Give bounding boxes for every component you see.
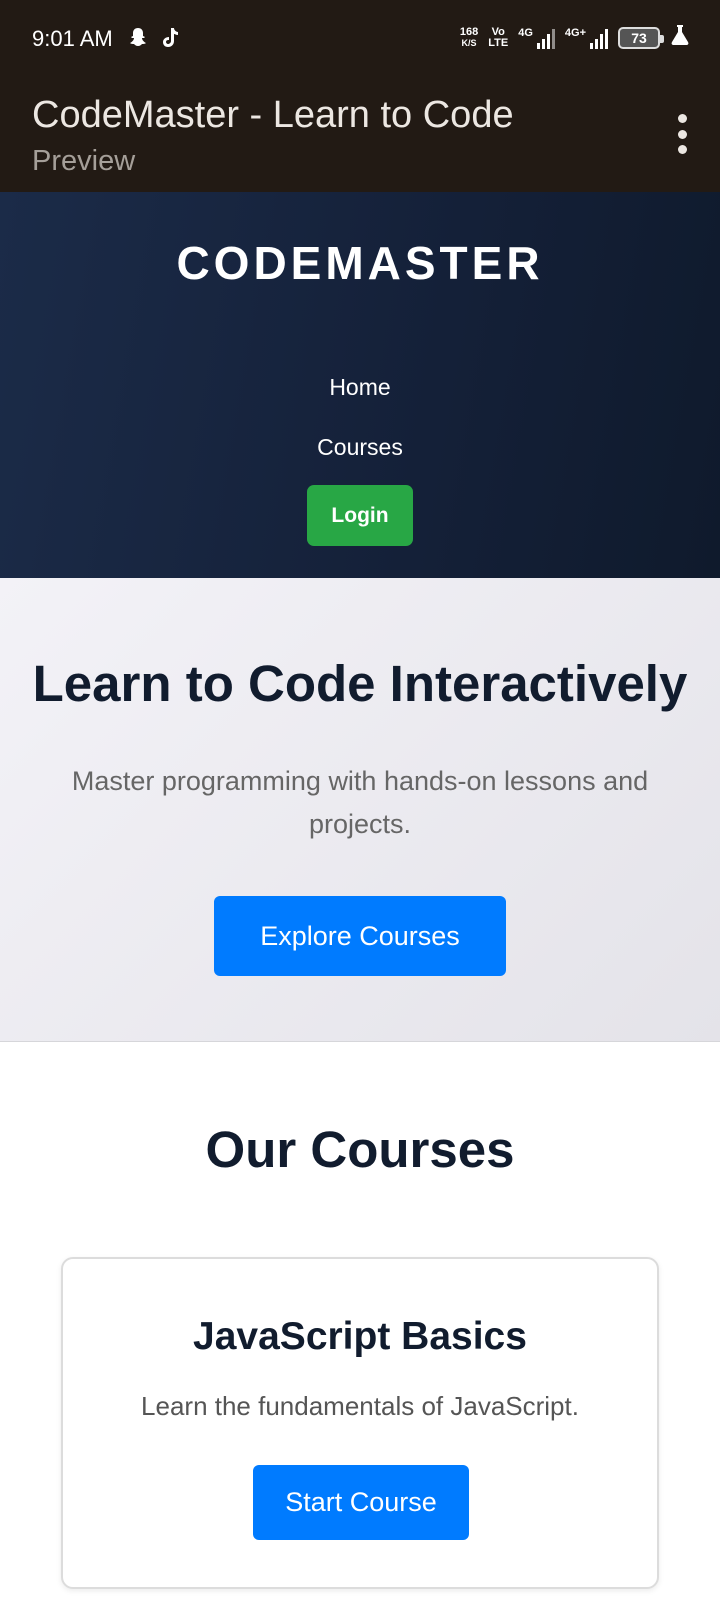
nav-home-link[interactable]: Home (0, 374, 720, 401)
net-speed: 168 K/S (460, 27, 478, 49)
course-name: JavaScript Basics (193, 1315, 527, 1358)
status-time: 9:01 AM (32, 26, 113, 51)
brand-logo: CODEMASTER (176, 237, 544, 289)
hero-text: Master programming with hands-on lessons… (71, 766, 649, 839)
net-speed-unit: K/S (461, 38, 477, 48)
hero-title: Learn to Code Interactively (32, 655, 688, 712)
course-card: JavaScript Basics Learn the fundamentals… (61, 1257, 659, 1589)
flask-icon (670, 24, 690, 52)
courses-title: Our Courses (205, 1121, 515, 1178)
more-vert-icon[interactable] (672, 114, 692, 154)
tiktok-icon (160, 26, 180, 53)
snapchat-icon (128, 26, 148, 53)
app-bar: CodeMaster - Learn to Code Preview (0, 80, 720, 192)
sim1-label: 4G (518, 27, 533, 39)
net-speed-value: 168 (459, 26, 479, 38)
status-bar: 9:01 AM 168 K/S Vo LTE 4G 4G+ 73 (0, 0, 720, 80)
battery-level: 73 (631, 30, 647, 46)
app-title: CodeMaster - Learn to Code (32, 94, 514, 136)
battery-icon: 73 (618, 27, 664, 49)
volte-indicator: Vo LTE (488, 27, 508, 49)
sim2-label: 4G+ (564, 27, 586, 39)
site-header: CODEMASTER Home Courses Login (0, 192, 720, 578)
start-course-button[interactable]: Start Course (253, 1465, 469, 1540)
explore-courses-button[interactable]: Explore Courses (214, 896, 506, 976)
course-description: Learn the fundamentals of JavaScript. (141, 1391, 579, 1421)
signal-icon: 4G (518, 27, 555, 49)
nav-courses-link[interactable]: Courses (0, 434, 720, 461)
volte-bottom: LTE (488, 37, 509, 49)
login-button[interactable]: Login (307, 485, 413, 546)
status-indicators: 168 K/S Vo LTE 4G 4G+ 73 (460, 24, 690, 52)
hero-section: Learn to Code Interactively Master progr… (0, 578, 720, 1042)
app-subtitle: Preview (32, 145, 136, 177)
signal-icon-2: 4G+ (565, 27, 608, 49)
